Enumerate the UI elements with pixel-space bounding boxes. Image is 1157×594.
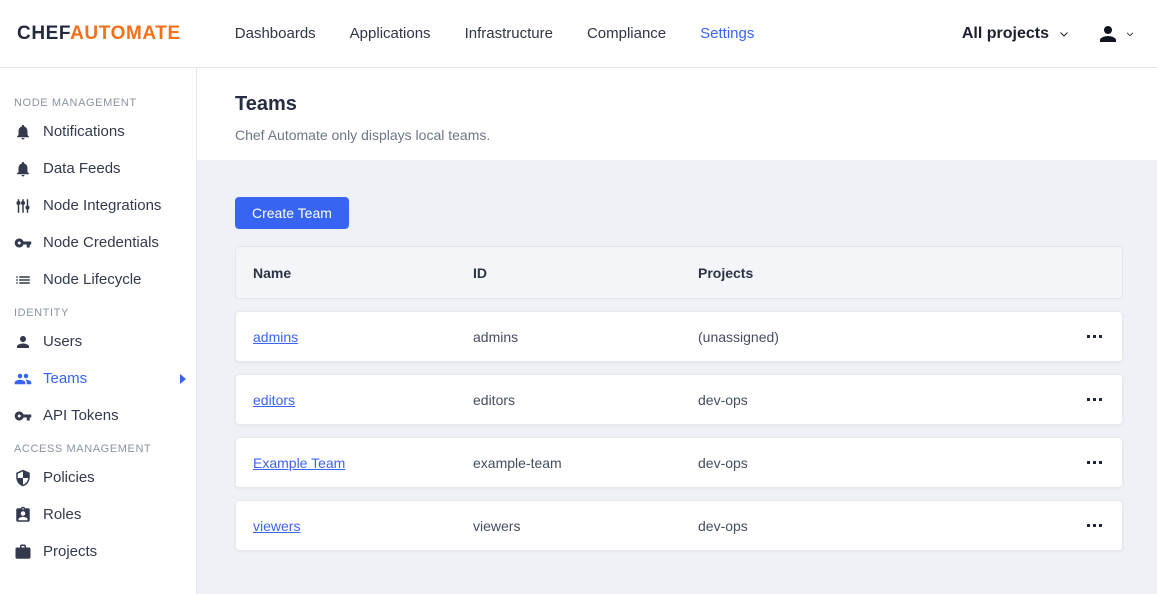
row-menu-button[interactable] xyxy=(1066,438,1122,487)
projects-filter-dropdown[interactable]: All projects xyxy=(962,25,1070,43)
key-icon xyxy=(14,234,32,252)
team-name-link[interactable]: Example Team xyxy=(253,455,345,471)
sidebar-item-roles[interactable]: Roles xyxy=(0,496,196,533)
nav-settings[interactable]: Settings xyxy=(700,25,754,42)
table-row: Example Team example-team dev-ops xyxy=(235,437,1123,488)
sidebar-item-policies[interactable]: Policies xyxy=(0,459,196,496)
sidebar-item-label: Node Integrations xyxy=(43,197,162,214)
team-projects-cell: dev-ops xyxy=(698,454,748,471)
table-row: editors editors dev-ops xyxy=(235,374,1123,425)
team-name-link[interactable]: editors xyxy=(253,392,295,408)
sidebar-section-access-management: ACCESS MANAGEMENT xyxy=(14,443,152,455)
sidebar-section-identity: IDENTITY xyxy=(14,307,69,319)
sidebar-item-label: Users xyxy=(43,333,83,350)
briefcase-icon xyxy=(14,543,32,561)
list-icon xyxy=(14,271,32,289)
sidebar-section-node-management: NODE MANAGEMENT xyxy=(14,97,137,109)
logo-automate: AUTOMATE xyxy=(70,22,181,44)
sidebar-item-node-credentials[interactable]: Node Credentials xyxy=(0,224,196,261)
top-navbar: CHEFAUTOMATE Dashboards Applications Inf… xyxy=(0,0,1157,68)
ellipsis-icon xyxy=(1086,524,1090,527)
chevron-down-icon xyxy=(1060,31,1068,37)
team-id-cell: admins xyxy=(473,328,519,345)
bell-icon xyxy=(14,160,32,178)
sidebar-item-users[interactable]: Users xyxy=(0,323,196,360)
user-profile-menu[interactable] xyxy=(1096,22,1135,46)
person-icon xyxy=(14,333,32,351)
sidebar-item-label: Node Lifecycle xyxy=(43,271,142,288)
user-avatar-icon xyxy=(1100,25,1116,42)
sidebar-item-projects[interactable]: Projects xyxy=(0,533,196,570)
navbar-right: All projects xyxy=(962,22,1135,46)
nav-compliance[interactable]: Compliance xyxy=(587,25,666,42)
team-id-cell: editors xyxy=(473,391,516,408)
projects-filter-label: All projects xyxy=(961,24,1049,42)
ellipsis-icon xyxy=(1086,398,1090,401)
row-menu-button[interactable] xyxy=(1066,501,1122,550)
sidebar-item-api-tokens[interactable]: API Tokens xyxy=(0,397,196,434)
sidebar-item-data-feeds[interactable]: Data Feeds xyxy=(0,150,196,187)
sidebar-item-node-lifecycle[interactable]: Node Lifecycle xyxy=(0,261,196,298)
column-header-name: Name xyxy=(253,264,292,281)
nav-applications[interactable]: Applications xyxy=(350,25,431,42)
group-icon xyxy=(14,370,32,388)
badge-icon xyxy=(14,506,32,524)
sidebar-item-label: Notifications xyxy=(43,123,125,140)
team-id-cell: example-team xyxy=(473,454,562,471)
sidebar-item-label: Roles xyxy=(43,506,82,523)
page-subtitle: Chef Automate only displays local teams. xyxy=(235,127,491,143)
shield-icon xyxy=(14,469,32,487)
settings-sidebar: NODE MANAGEMENT Notifications Data Feeds… xyxy=(0,68,197,594)
team-name-link[interactable]: admins xyxy=(253,329,298,345)
team-projects-cell: (unassigned) xyxy=(698,328,779,345)
team-projects-cell: dev-ops xyxy=(698,517,748,534)
sidebar-item-node-integrations[interactable]: Node Integrations xyxy=(0,187,196,224)
bell-icon xyxy=(14,123,32,141)
key-icon xyxy=(14,407,32,425)
sidebar-item-teams[interactable]: Teams xyxy=(0,360,196,397)
table-row: admins admins (unassigned) xyxy=(235,311,1123,362)
ellipsis-icon xyxy=(1086,335,1090,338)
page-title: Teams xyxy=(235,93,297,115)
sidebar-item-label: Node Credentials xyxy=(43,234,159,251)
sidebar-item-label: Projects xyxy=(43,543,98,560)
ellipsis-icon xyxy=(1086,461,1090,464)
sidebar-item-label: Data Feeds xyxy=(43,160,121,177)
team-projects-cell: dev-ops xyxy=(698,391,748,408)
sidebar-item-label: Policies xyxy=(43,469,95,486)
sidebar-item-label: Teams xyxy=(43,370,88,387)
page-header: Teams Chef Automate only displays local … xyxy=(197,68,1157,160)
primary-nav: Dashboards Applications Infrastructure C… xyxy=(235,25,755,42)
create-team-button[interactable]: Create Team xyxy=(235,197,349,229)
chef-automate-logo[interactable]: CHEFAUTOMATE xyxy=(17,23,181,45)
table-header-row: Name ID Projects xyxy=(235,246,1123,299)
team-name-link[interactable]: viewers xyxy=(253,518,300,534)
sidebar-item-notifications[interactable]: Notifications xyxy=(0,113,196,150)
sidebar-item-label: API Tokens xyxy=(43,407,119,424)
chevron-down-icon xyxy=(1126,31,1134,36)
nav-infrastructure[interactable]: Infrastructure xyxy=(465,25,553,42)
sliders-icon xyxy=(14,197,32,215)
logo-chef: CHEF xyxy=(17,22,71,44)
team-id-cell: viewers xyxy=(473,517,521,534)
row-menu-button[interactable] xyxy=(1066,375,1122,424)
content-area: Create Team Name ID Projects admins admi… xyxy=(197,160,1157,594)
column-header-id: ID xyxy=(473,264,487,281)
nav-dashboards[interactable]: Dashboards xyxy=(235,25,316,42)
table-row: viewers viewers dev-ops xyxy=(235,500,1123,551)
row-menu-button[interactable] xyxy=(1066,312,1122,361)
main-content: Teams Chef Automate only displays local … xyxy=(197,68,1157,594)
chevron-right-icon xyxy=(180,373,186,384)
column-header-projects: Projects xyxy=(698,264,754,281)
